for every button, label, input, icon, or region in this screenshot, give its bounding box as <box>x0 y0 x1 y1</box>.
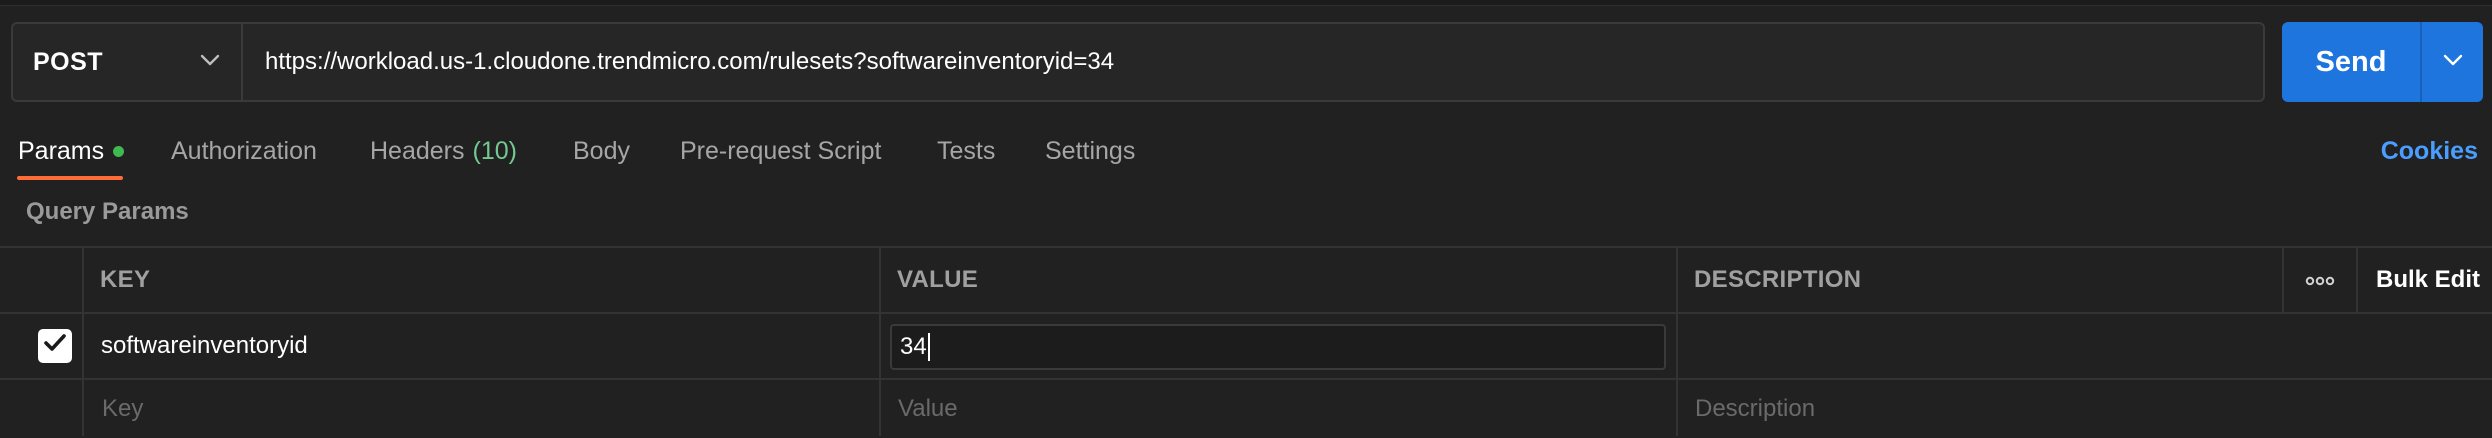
new-key-input[interactable]: Key <box>102 380 143 438</box>
table-row: softwareinventoryid 34 <box>0 312 2492 378</box>
more-horizontal-icon <box>2305 266 2335 294</box>
request-bar: POST <box>11 22 2265 102</box>
key-column-header: KEY <box>100 266 151 293</box>
more-options-button[interactable] <box>2284 248 2356 312</box>
tab-params[interactable]: Params <box>18 118 125 184</box>
table-header-row: KEY VALUE DESCRIPTION Bulk Edit <box>0 246 2492 312</box>
method-select[interactable]: POST <box>13 24 243 100</box>
bulk-edit-button[interactable]: Bulk Edit <box>2376 248 2480 312</box>
params-indicator-dot <box>113 145 125 157</box>
tab-headers[interactable]: Headers (10) <box>370 118 517 184</box>
text-caret <box>927 333 930 361</box>
param-value-input[interactable]: 34 <box>890 324 1666 370</box>
send-options-button[interactable] <box>2422 22 2483 102</box>
send-button[interactable]: Send <box>2282 22 2420 102</box>
tab-settings-label: Settings <box>1045 136 1136 165</box>
active-tab-underline <box>17 176 123 180</box>
tab-pre-request-script-label: Pre-request Script <box>680 136 882 165</box>
tab-body-label: Body <box>573 136 630 165</box>
send-button-group: Send <box>2282 22 2483 102</box>
table-row-new: Key Value Description <box>0 378 2492 438</box>
new-description-input[interactable]: Description <box>1695 380 1815 438</box>
headers-count: (10) <box>472 136 517 165</box>
chevron-down-icon <box>199 53 221 72</box>
tab-body[interactable]: Body <box>573 118 630 184</box>
value-column-header: VALUE <box>897 266 979 293</box>
checkmark-icon <box>43 332 67 360</box>
query-params-title: Query Params <box>26 198 189 225</box>
new-value-input[interactable]: Value <box>898 380 958 438</box>
request-tabs: Params Authorization Headers (10) Body P… <box>0 118 2492 184</box>
chevron-down-icon <box>2442 53 2464 72</box>
tab-params-label: Params <box>18 136 105 165</box>
tab-tests[interactable]: Tests <box>937 118 995 184</box>
cookies-link[interactable]: Cookies <box>2381 118 2478 184</box>
param-value-text: 34 <box>900 333 927 360</box>
window-top-edge <box>0 0 2492 6</box>
description-column-header: DESCRIPTION <box>1694 266 1862 293</box>
tab-tests-label: Tests <box>937 136 996 165</box>
url-input[interactable] <box>243 24 2263 100</box>
method-label: POST <box>33 47 104 76</box>
tab-authorization[interactable]: Authorization <box>171 118 317 184</box>
tab-headers-label: Headers <box>370 136 465 165</box>
row-enable-checkbox[interactable] <box>38 314 72 378</box>
param-key-cell[interactable]: softwareinventoryid <box>101 314 308 378</box>
tab-authorization-label: Authorization <box>171 136 317 165</box>
checkbox[interactable] <box>38 329 72 363</box>
query-params-table: KEY VALUE DESCRIPTION Bulk Edit software… <box>0 246 2492 436</box>
param-description-cell[interactable] <box>1694 314 2274 378</box>
tab-pre-request-script[interactable]: Pre-request Script <box>680 118 881 184</box>
tab-settings[interactable]: Settings <box>1045 118 1135 184</box>
